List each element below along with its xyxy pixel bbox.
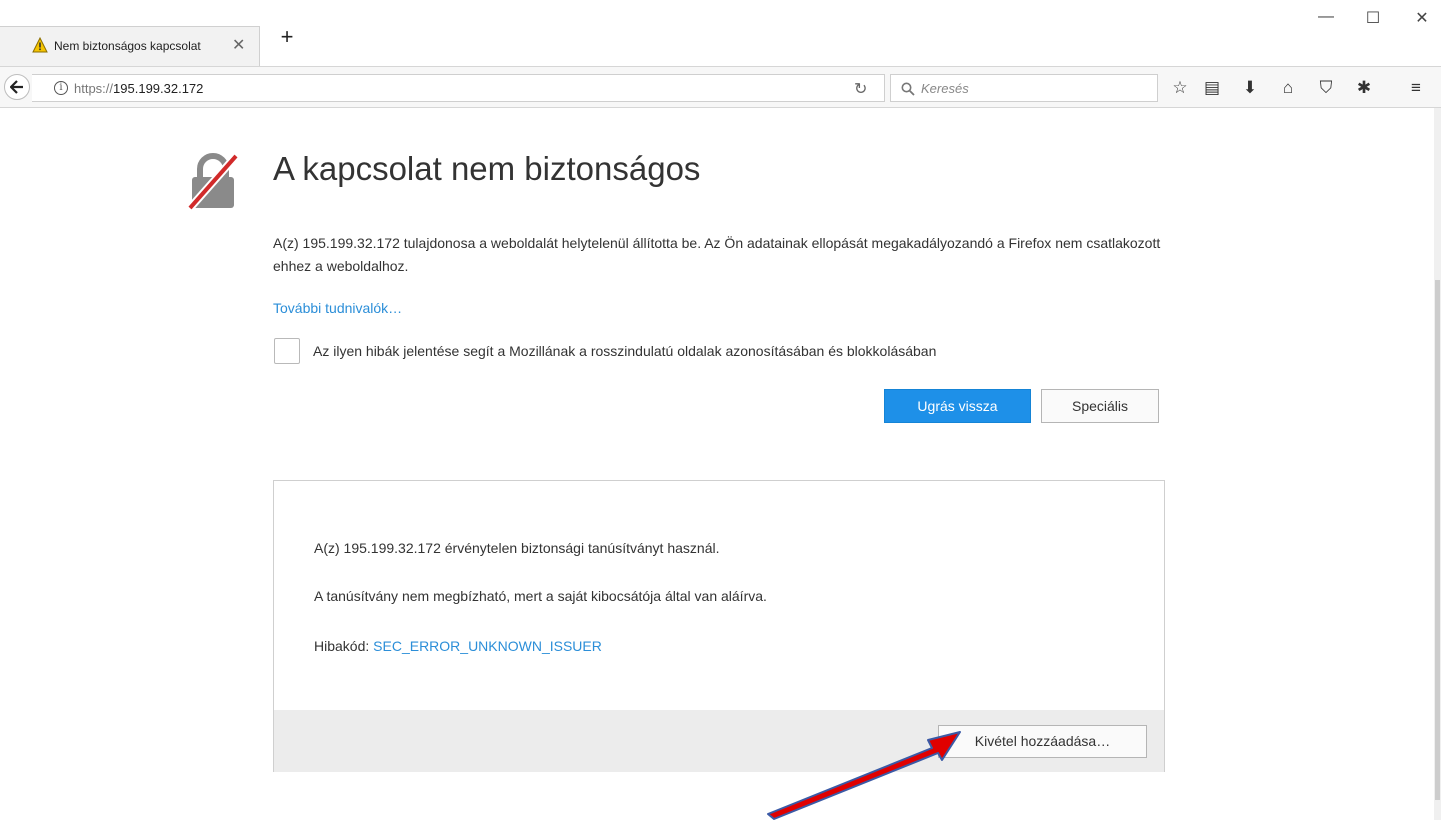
search-input[interactable]: Keresés: [921, 81, 969, 96]
search-icon: [901, 82, 915, 96]
page-title: A kapcsolat nem biztonságos: [273, 150, 701, 187]
maximize-icon[interactable]: ☐: [1363, 8, 1383, 28]
report-checkbox[interactable]: [274, 338, 300, 364]
scrollbar-thumb[interactable]: [1435, 280, 1440, 800]
report-checkbox-label: Az ilyen hibák jelentése segít a Mozillá…: [313, 343, 937, 359]
url-scheme: https://: [74, 81, 114, 96]
url-bar[interactable]: i https://195.199.32.172 ↻: [32, 74, 885, 102]
back-button[interactable]: [4, 74, 30, 100]
arrow-left-icon: [10, 80, 23, 94]
nav-bar: i https://195.199.32.172 ↻ Keresés ☆ ▤ ⬇…: [0, 66, 1441, 108]
advanced-panel-footer: Kivétel hozzáadása…: [274, 710, 1164, 772]
url-host: 195.199.32.172: [113, 81, 204, 96]
broken-lock-icon: [187, 153, 239, 210]
url-text[interactable]: https://195.199.32.172: [74, 81, 203, 96]
reload-icon[interactable]: ↻: [854, 79, 867, 99]
advanced-panel: A(z) 195.199.32.172 érvénytelen biztonsá…: [273, 480, 1165, 772]
cert-self-signed-text: A tanúsítvány nem megbízható, mert a saj…: [314, 588, 767, 604]
tab-strip: Nem biztonságos kapcsolat ✕ + — ☐ ✕: [0, 0, 1441, 66]
minimize-icon[interactable]: —: [1316, 8, 1336, 26]
learn-more-link[interactable]: További tudnivalók…: [273, 300, 402, 316]
new-tab-button[interactable]: +: [276, 26, 298, 48]
search-bar[interactable]: Keresés: [890, 74, 1158, 102]
annotation-arrow: [767, 731, 961, 820]
reading-list-icon[interactable]: ▤: [1202, 78, 1222, 98]
tab-title: Nem biztonságos kapcsolat: [54, 39, 201, 53]
close-tab-icon[interactable]: ✕: [232, 35, 245, 55]
menu-icon[interactable]: ≡: [1406, 78, 1426, 98]
window-close-icon[interactable]: ✕: [1412, 8, 1432, 28]
pocket-icon[interactable]: ⛉: [1316, 78, 1336, 98]
home-icon[interactable]: ⌂: [1278, 78, 1298, 98]
error-description: A(z) 195.199.32.172 tulajdonosa a webold…: [273, 235, 1161, 274]
advanced-button[interactable]: Speciális: [1041, 389, 1159, 423]
download-icon[interactable]: ⬇: [1240, 78, 1260, 98]
extension-icon[interactable]: ✱: [1354, 78, 1374, 98]
go-back-button[interactable]: Ugrás vissza: [884, 389, 1031, 423]
error-code-line: Hibakód: SEC_ERROR_UNKNOWN_ISSUER: [314, 638, 602, 654]
warning-icon: [32, 37, 48, 53]
tab-active[interactable]: Nem biztonságos kapcsolat ✕: [0, 26, 260, 66]
error-code-label: Hibakód:: [314, 638, 370, 654]
info-icon[interactable]: i: [54, 81, 68, 95]
cert-invalid-text: A(z) 195.199.32.172 érvénytelen biztonsá…: [314, 540, 720, 556]
bookmark-star-icon[interactable]: ☆: [1170, 78, 1190, 98]
error-code-link[interactable]: SEC_ERROR_UNKNOWN_ISSUER: [373, 638, 602, 654]
